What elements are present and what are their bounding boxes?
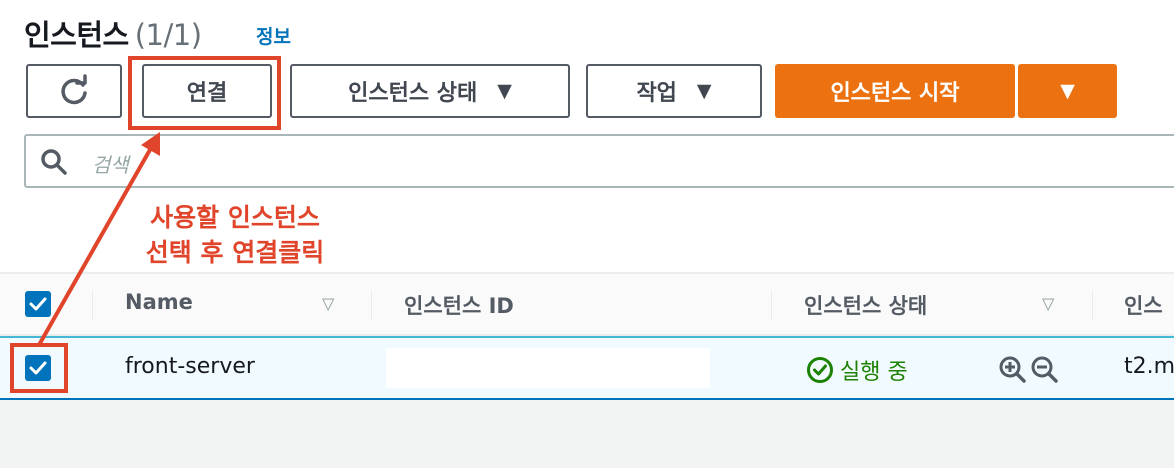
table-footer-area <box>0 400 1174 468</box>
annotation-arrow <box>37 132 160 346</box>
